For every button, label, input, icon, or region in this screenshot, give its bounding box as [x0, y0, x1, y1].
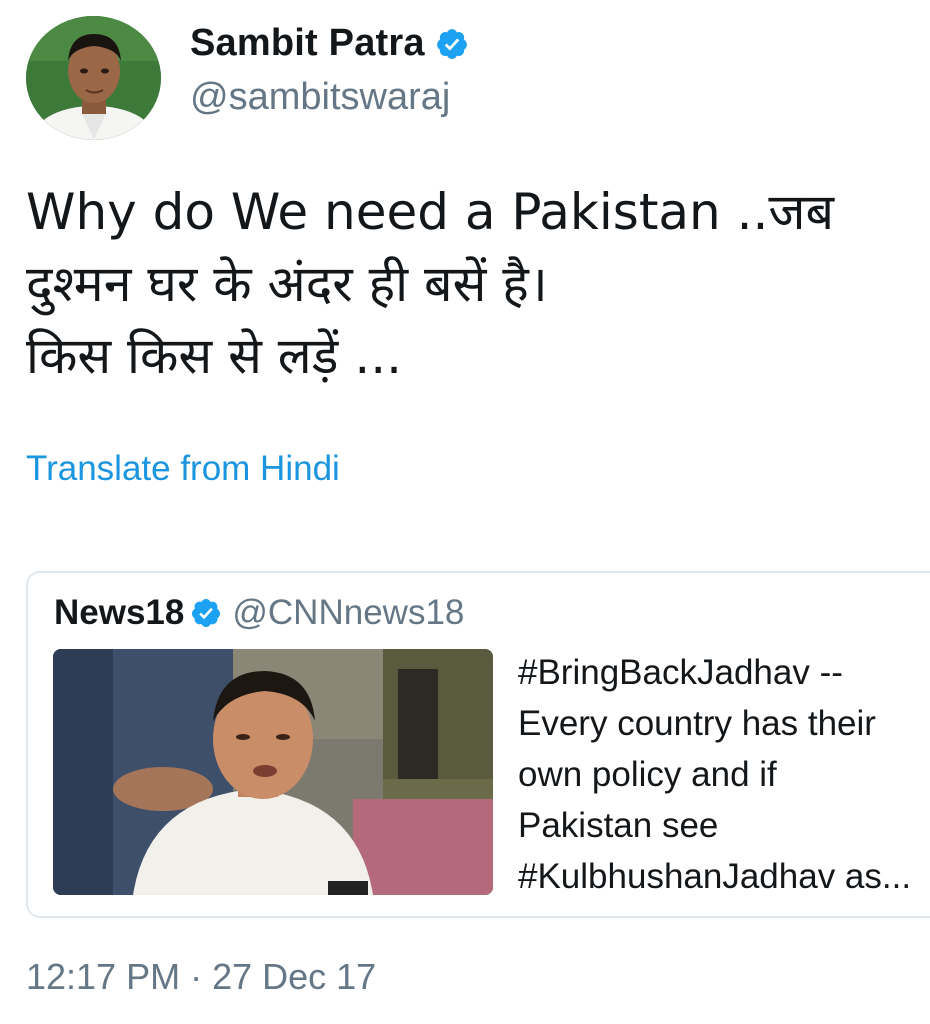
- quoted-tweet-card[interactable]: News18 @CNNnews18 #BringBackJadhav -- Ev…: [26, 571, 930, 918]
- translate-link[interactable]: Translate from Hindi: [26, 449, 340, 489]
- tweet-text-line: Why do We need a Pakistan ..जब: [26, 183, 835, 241]
- profile-photo: [26, 16, 161, 140]
- quoted-tweet-header: News18 @CNNnews18: [54, 593, 464, 633]
- author-name[interactable]: Sambit Patra: [190, 22, 425, 65]
- verified-badge-icon: [435, 27, 469, 61]
- quoted-author-handle: @CNNnews18: [232, 593, 465, 632]
- quoted-tweet-text: #BringBackJadhav -- Every country has th…: [518, 647, 930, 902]
- quoted-text-line: own policy and if: [518, 755, 777, 794]
- press-conference-photo: [53, 649, 493, 895]
- quoted-text-line: #KulbhushanJadhav as...: [518, 857, 912, 896]
- quoted-text-line: Every country has their: [518, 704, 876, 743]
- tweet-timestamp[interactable]: 12:17 PM · 27 Dec 17: [26, 956, 376, 998]
- author-handle[interactable]: @sambitswaraj: [190, 76, 450, 119]
- quoted-author-name: News18: [54, 593, 185, 632]
- tweet-page: Sambit Patra @sambitswaraj Why do We nee…: [0, 0, 930, 1024]
- verified-badge-icon: [190, 597, 222, 629]
- avatar[interactable]: [26, 16, 161, 140]
- quoted-tweet-media[interactable]: [53, 649, 493, 895]
- quoted-text-line: Pakistan see: [518, 806, 719, 845]
- tweet-text: Why do We need a Pakistan ..जब दुश्मन घर…: [26, 176, 906, 392]
- tweet-text-line: दुश्मन घर के अंदर ही बसें है।: [26, 255, 548, 313]
- author-name-row[interactable]: Sambit Patra: [190, 22, 469, 65]
- quoted-text-line: #BringBackJadhav --: [518, 653, 843, 692]
- tweet-text-line: किस किस से लड़ें ...: [26, 327, 403, 385]
